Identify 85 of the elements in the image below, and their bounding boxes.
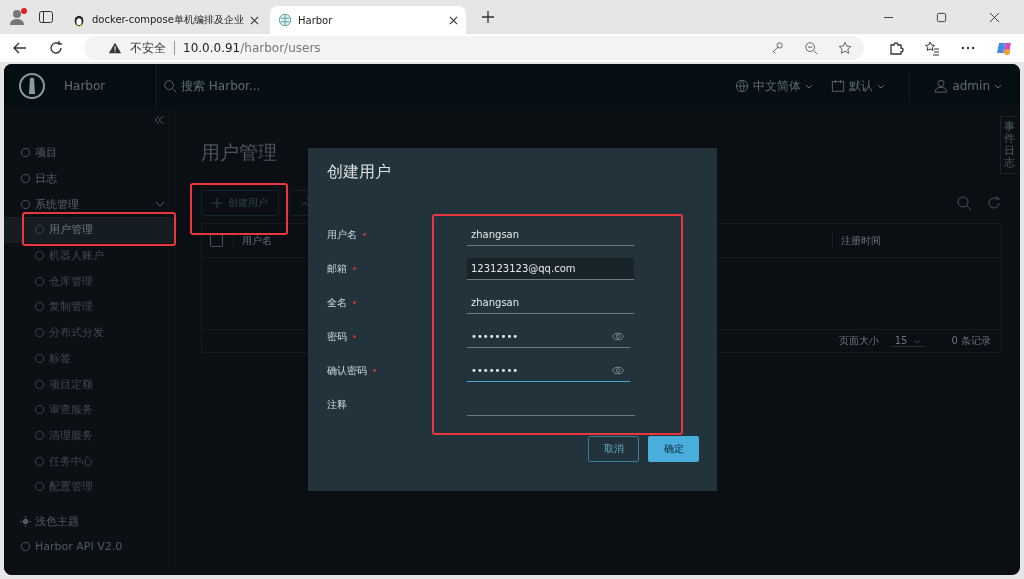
warning-icon [108,41,122,55]
sidebar-item[interactable]: 系统管理 [4,196,175,212]
circle-icon [34,352,45,364]
circle-icon [20,198,31,210]
back-icon[interactable] [12,40,28,56]
circle-icon [34,301,45,313]
search-field[interactable]: 搜索 Harbor... [179,78,323,94]
calendar-icon [831,79,846,93]
circle-icon [34,429,45,441]
input-field[interactable]: •••••••• [467,325,630,348]
circle-icon [20,541,31,552]
cancel-button[interactable]: 取消 [588,436,639,462]
zoom-out-icon[interactable] [804,41,818,55]
search-icon [163,79,177,93]
field-label: 确认密码 [327,363,367,378]
input-field[interactable]: 123123123@qq.com [467,257,634,280]
refresh-icon[interactable] [48,40,64,56]
penguin-icon [72,13,86,27]
checkbox[interactable] [210,234,223,247]
sidebar-item[interactable]: 项目 [4,145,175,161]
column-header[interactable]: 用户名 [233,230,272,251]
theme-toggle[interactable]: 浅色主题 [4,509,175,534]
input-field[interactable]: zhangsan [467,223,634,246]
new-tab-icon[interactable] [480,9,496,25]
sun-icon [20,516,31,527]
event-log-tab[interactable]: 事件日志 [1000,116,1018,175]
input-field[interactable]: zhangsan [467,291,634,314]
eye-icon[interactable] [612,365,624,375]
circle-icon [34,455,45,467]
circle-icon [34,404,45,416]
plus-icon [212,198,222,208]
caret-icon [994,82,1002,90]
browser-tab[interactable]: docker-compose单机编排及企业 [64,6,260,34]
circle-icon [34,327,45,339]
language-dropdown[interactable]: 中文简体 [731,77,818,95]
url-path: /harbor/users [240,41,321,55]
close-icon[interactable] [989,11,1000,23]
circle-icon [34,224,45,236]
url-host: 10.0.0.91 [183,41,241,55]
copilot-icon[interactable] [996,40,1012,56]
eye-icon[interactable] [612,331,624,341]
close-icon[interactable] [449,15,458,25]
collapse-icon[interactable] [153,114,165,126]
field-label: 注释 [327,397,347,412]
globe-icon [278,13,292,27]
page-size-select[interactable]: 15 [890,335,926,347]
caret-icon [877,82,886,90]
key-icon[interactable] [770,41,784,55]
page-title: 用户管理 [201,140,278,165]
circle-icon [34,481,45,493]
circle-icon [20,147,31,159]
security-label: 不安全 [130,39,166,57]
puzzle-icon[interactable] [888,40,904,56]
globe-icon [735,79,750,93]
input-field[interactable]: •••••••• [467,359,630,382]
profile-icon[interactable] [8,7,28,27]
record-count: 0 条记录 [951,334,991,348]
circle-icon [20,173,31,185]
address-bar[interactable]: 不安全 10.0.0.91/harbor/users [84,36,864,60]
user-icon [934,79,949,93]
lighthouse-logo-icon[interactable] [18,72,46,100]
favorites-icon[interactable] [924,40,940,56]
circle-icon [34,378,45,390]
field-label: 全名 [327,295,347,310]
dialog-title: 创建用户 [327,162,392,183]
browser-tab[interactable]: Harbor [270,6,466,34]
api-link[interactable]: Harbor API V2.0 [4,534,175,559]
field-label: 用户名 [327,227,357,242]
sidebar-item[interactable]: 用户管理 [4,217,175,243]
star-icon[interactable] [838,41,852,55]
sidebar-item[interactable]: 日志 [4,171,175,187]
close-icon[interactable] [249,15,259,25]
page-size-label: 页面大小 [838,334,879,348]
maximize-icon[interactable] [936,11,947,23]
app-name: Harbor [64,79,107,93]
field-label: 密码 [327,329,347,344]
circle-icon [34,275,45,287]
date-format-dropdown[interactable]: 默认 [827,77,890,95]
user-menu[interactable]: admin [930,79,1006,93]
tab-list-icon[interactable] [38,9,54,25]
circle-icon [34,250,45,262]
confirm-button[interactable]: 确定 [648,436,699,462]
caret-icon [805,82,814,90]
column-header[interactable]: 注册时间 [832,230,1001,251]
field-label: 邮箱 [327,261,347,276]
